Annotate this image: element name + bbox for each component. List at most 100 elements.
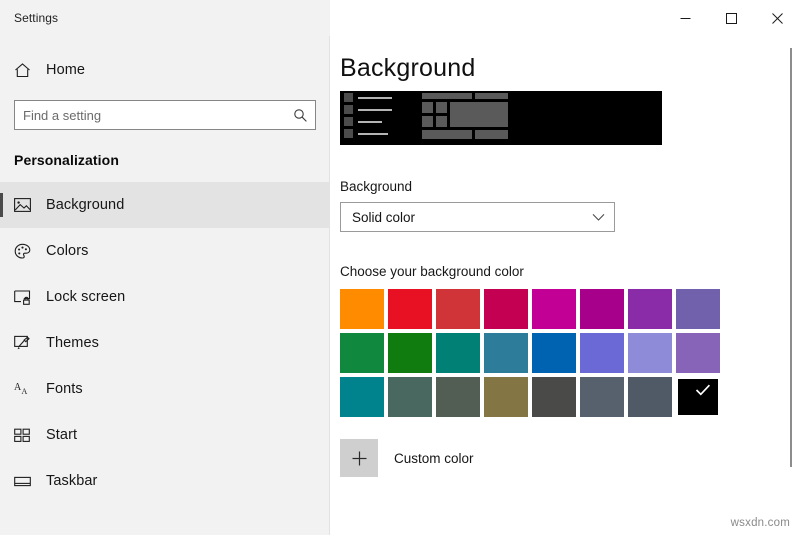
- sidebar-section-title: Personalization: [14, 152, 119, 168]
- color-swatch-slate-gray[interactable]: [580, 377, 624, 417]
- fonts-icon: A A: [14, 381, 42, 397]
- custom-color-row[interactable]: Custom color: [340, 439, 800, 477]
- checkmark-icon: [695, 384, 711, 396]
- desktop-preview: [340, 91, 662, 145]
- color-swatch-dark-green[interactable]: [388, 333, 432, 373]
- custom-color-label: Custom color: [394, 450, 474, 466]
- color-swatch-red[interactable]: [388, 289, 432, 329]
- themes-icon: [14, 335, 42, 351]
- watermark: wsxdn.com: [730, 517, 790, 529]
- preview-tile: [450, 102, 508, 127]
- preview-tile: [436, 116, 447, 127]
- sidebar-item-home[interactable]: Home: [0, 48, 330, 92]
- sidebar-item-background-label: Background: [46, 197, 125, 213]
- color-swatch-dark-gray[interactable]: [532, 377, 576, 417]
- plus-icon[interactable]: [340, 439, 378, 477]
- preview-tile: [475, 93, 508, 99]
- preview-tile: [422, 130, 472, 139]
- background-field-label: Background: [340, 179, 413, 194]
- preview-tile: [436, 102, 447, 113]
- color-swatch-dark-magenta[interactable]: [580, 289, 624, 329]
- color-swatch-purple[interactable]: [628, 289, 672, 329]
- window-content: Home Personalization: [0, 36, 800, 535]
- preview-rail-line: [358, 96, 392, 99]
- preview-tile: [475, 130, 508, 139]
- palette-icon: [14, 243, 42, 260]
- taskbar-icon: [14, 475, 42, 488]
- preview-tile: [422, 102, 433, 113]
- color-section-heading: Choose your background color: [340, 264, 524, 279]
- preview-rail-square: [344, 105, 353, 114]
- sidebar-item-start[interactable]: Start: [0, 412, 330, 458]
- maximize-button[interactable]: [708, 0, 754, 36]
- preview-rail-line: [358, 108, 392, 111]
- background-type-value: Solid color: [352, 209, 416, 225]
- color-swatch-steel-blue[interactable]: [484, 333, 528, 373]
- sidebar-item-start-label: Start: [46, 427, 78, 443]
- search-box[interactable]: [14, 100, 316, 130]
- sidebar-item-colors-label: Colors: [46, 243, 89, 259]
- background-type-dropdown[interactable]: Solid color: [340, 202, 615, 232]
- sidebar: Home Personalization: [0, 36, 330, 535]
- color-swatch-salmon-red[interactable]: [436, 289, 480, 329]
- sidebar-item-themes[interactable]: Themes: [0, 320, 330, 366]
- color-swatch-sage[interactable]: [388, 377, 432, 417]
- color-swatch-periwinkle[interactable]: [580, 333, 624, 373]
- preview-rail-square: [344, 129, 353, 138]
- minimize-button[interactable]: [662, 0, 708, 36]
- title-bar: Settings: [0, 0, 800, 36]
- image-icon: [14, 197, 42, 213]
- sidebar-item-colors[interactable]: Colors: [0, 228, 330, 274]
- color-swatch-dark-teal[interactable]: [340, 377, 384, 417]
- preview-rail-line: [358, 132, 388, 135]
- color-swatch-green[interactable]: [340, 333, 384, 373]
- color-swatch-blue-gray[interactable]: [628, 377, 672, 417]
- color-swatch-light-purple[interactable]: [676, 333, 720, 373]
- color-swatch-magenta[interactable]: [532, 289, 576, 329]
- home-icon: [14, 62, 42, 79]
- preview-rail-row: [344, 129, 416, 138]
- sidebar-item-fonts-label: Fonts: [46, 381, 83, 397]
- color-swatch-teal[interactable]: [436, 333, 480, 373]
- preview-rail-square: [344, 93, 353, 102]
- preview-tile: [422, 93, 472, 99]
- color-swatch-violet[interactable]: [676, 289, 720, 329]
- preview-rail-row: [344, 117, 416, 126]
- main-scrollbar[interactable]: [785, 48, 797, 467]
- color-swatch-black[interactable]: [676, 377, 720, 417]
- title-bar-left: Settings: [0, 0, 330, 36]
- sidebar-item-background[interactable]: Background: [0, 182, 330, 228]
- preview-rail-square: [344, 117, 353, 126]
- color-swatch-crimson[interactable]: [484, 289, 528, 329]
- sidebar-item-themes-label: Themes: [46, 335, 99, 351]
- sidebar-item-lock-screen-label: Lock screen: [46, 289, 126, 305]
- color-swatch-light-periwinkle[interactable]: [628, 333, 672, 373]
- main-pane: Background Background Solid color Choose…: [330, 36, 800, 535]
- scrollbar-thumb[interactable]: [790, 48, 792, 467]
- minimize-icon: [680, 17, 690, 19]
- search-input[interactable]: [15, 107, 285, 123]
- page-title: Background: [340, 54, 476, 82]
- sidebar-item-lock-screen[interactable]: Lock screen: [0, 274, 330, 320]
- preview-rail-row: [344, 93, 416, 102]
- sidebar-item-home-label: Home: [46, 62, 86, 78]
- sidebar-item-fonts[interactable]: A A Fonts: [0, 366, 330, 412]
- sidebar-item-taskbar-label: Taskbar: [46, 473, 98, 489]
- start-icon: [14, 428, 42, 443]
- color-swatch-blue[interactable]: [532, 333, 576, 373]
- settings-window: Settings Home Find a setting Personaliza…: [0, 0, 800, 535]
- lock-screen-icon: [14, 289, 42, 305]
- preview-rail-row: [344, 105, 416, 114]
- color-swatch-gray-green[interactable]: [436, 377, 480, 417]
- close-button[interactable]: [754, 0, 800, 36]
- preview-start-rail: [344, 93, 416, 143]
- color-swatch-orange[interactable]: [340, 289, 384, 329]
- search-icon[interactable]: [285, 101, 315, 129]
- preview-rail-line: [358, 120, 382, 123]
- sidebar-item-taskbar[interactable]: Taskbar: [0, 458, 330, 504]
- color-swatch-khaki[interactable]: [484, 377, 528, 417]
- color-swatch-grid: [340, 289, 720, 417]
- app-title: Settings: [14, 11, 59, 25]
- title-bar-drag-region[interactable]: [330, 0, 662, 36]
- maximize-icon: [725, 12, 737, 24]
